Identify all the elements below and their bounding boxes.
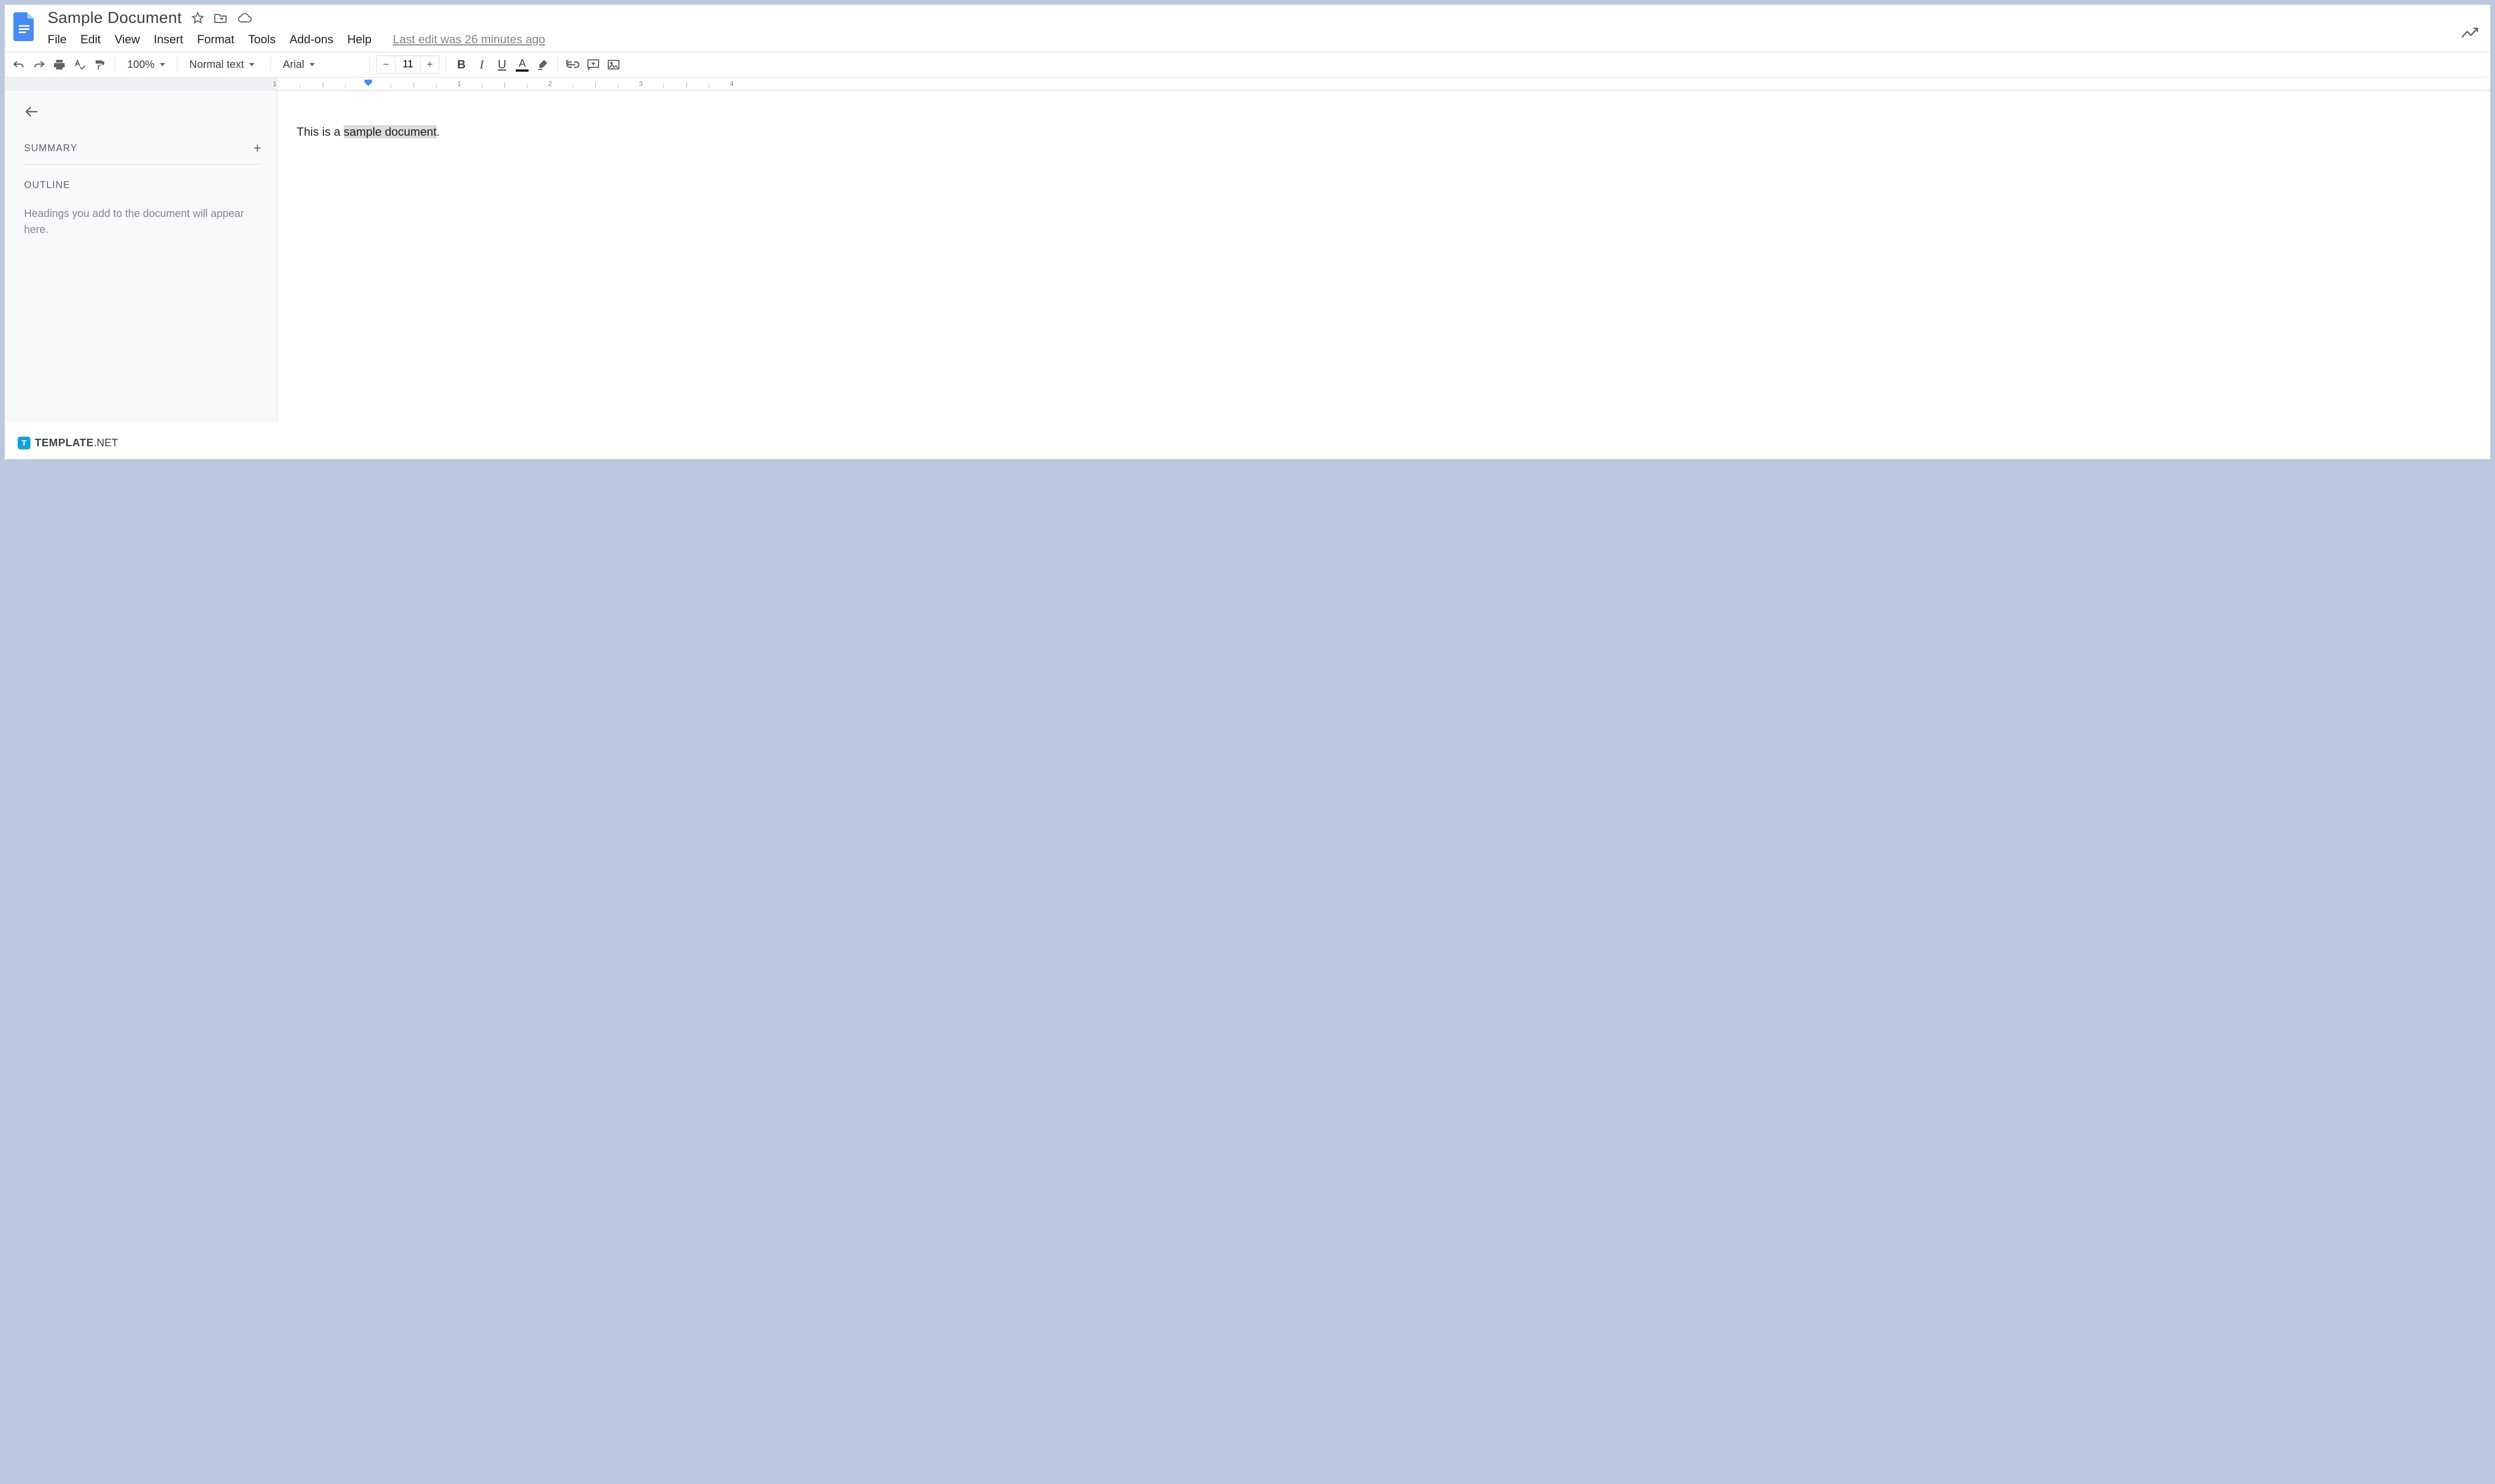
print-icon[interactable] xyxy=(51,56,68,73)
watermark-badge-icon: T xyxy=(18,437,30,449)
add-summary-button[interactable]: + xyxy=(253,140,261,157)
redo-icon[interactable] xyxy=(30,56,48,73)
star-icon[interactable] xyxy=(191,12,204,25)
document-paragraph[interactable]: This is a sample document. xyxy=(297,125,2471,139)
ruler-number: 1 xyxy=(457,80,461,88)
paint-format-icon[interactable] xyxy=(91,56,109,73)
font-family-value: Arial xyxy=(283,59,304,71)
app-window: Sample Document File Edit View Insert Fo… xyxy=(4,4,2491,460)
font-size-decrease-button[interactable]: − xyxy=(377,56,395,73)
insert-link-icon[interactable] xyxy=(564,56,582,73)
chevron-down-icon xyxy=(249,63,254,66)
font-size-input[interactable] xyxy=(395,56,421,73)
zoom-value: 100% xyxy=(127,59,154,71)
spellcheck-icon[interactable] xyxy=(71,56,88,73)
menu-file[interactable]: File xyxy=(48,33,66,46)
outline-sidebar: SUMMARY + OUTLINE Headings you add to th… xyxy=(5,90,277,422)
body-area: SUMMARY + OUTLINE Headings you add to th… xyxy=(5,90,2490,422)
highlight-color-icon[interactable] xyxy=(534,56,551,73)
add-comment-icon[interactable] xyxy=(585,56,602,73)
collapse-sidebar-button[interactable] xyxy=(24,105,261,121)
move-folder-icon[interactable] xyxy=(214,12,228,25)
ruler-margin-area xyxy=(5,77,277,90)
toolbar-separator xyxy=(369,57,370,72)
indent-marker-icon[interactable] xyxy=(363,79,373,90)
title-area: Sample Document File Edit View Insert Fo… xyxy=(48,9,2483,52)
summary-label: SUMMARY xyxy=(24,143,78,154)
insert-image-icon[interactable] xyxy=(605,56,622,73)
ruler-number: 1 xyxy=(273,80,276,88)
menu-format[interactable]: Format xyxy=(197,33,235,46)
menu-tools[interactable]: Tools xyxy=(248,33,275,46)
underline-button[interactable]: U xyxy=(493,56,510,73)
cloud-status-icon[interactable] xyxy=(237,12,252,24)
outline-label: OUTLINE xyxy=(24,180,261,191)
text-color-swatch xyxy=(516,69,529,72)
font-size-stepper: − + xyxy=(376,56,439,74)
outline-empty-hint: Headings you add to the document will ap… xyxy=(24,206,261,238)
summary-row: SUMMARY + xyxy=(24,140,261,165)
document-title[interactable]: Sample Document xyxy=(48,9,182,27)
ruler-number: 4 xyxy=(730,80,733,88)
italic-button[interactable]: I xyxy=(473,56,490,73)
page-viewport: This is a sample document. xyxy=(277,90,2490,422)
menu-addons[interactable]: Add-ons xyxy=(290,33,334,46)
menu-insert[interactable]: Insert xyxy=(154,33,183,46)
chevron-down-icon xyxy=(160,63,165,66)
paragraph-style-value: Normal text xyxy=(189,59,244,71)
document-page[interactable]: This is a sample document. xyxy=(277,90,2490,422)
font-size-increase-button[interactable]: + xyxy=(421,56,439,73)
ruler-number: 2 xyxy=(548,80,552,88)
toolbar-separator xyxy=(270,57,271,72)
text-run: . xyxy=(437,125,440,138)
ruler[interactable]: 1 1 2 3 4 xyxy=(5,77,2490,90)
zoom-select[interactable]: 100% xyxy=(122,56,171,73)
ruler-ticks: 1 1 2 3 4 xyxy=(277,77,2490,90)
font-family-select[interactable]: Arial xyxy=(277,56,363,73)
menubar: File Edit View Insert Format Tools Add-o… xyxy=(48,33,2483,52)
chevron-down-icon xyxy=(309,63,315,66)
docs-logo-icon[interactable] xyxy=(12,11,36,41)
activity-trend-icon[interactable] xyxy=(2461,26,2479,42)
last-edit-link[interactable]: Last edit was 26 minutes ago xyxy=(393,33,545,46)
menu-help[interactable]: Help xyxy=(347,33,371,46)
title-row: Sample Document xyxy=(48,9,2483,27)
ruler-number: 3 xyxy=(639,80,642,88)
toolbar: 100% Normal text Arial − + B I U A xyxy=(5,52,2490,77)
watermark-text: TEMPLATE.NET xyxy=(35,437,118,449)
menu-view[interactable]: View xyxy=(114,33,140,46)
menu-edit[interactable]: Edit xyxy=(80,33,100,46)
undo-icon[interactable] xyxy=(10,56,27,73)
text-run: This is a xyxy=(297,125,344,138)
watermark: T TEMPLATE.NET xyxy=(18,437,118,449)
header: Sample Document File Edit View Insert Fo… xyxy=(5,5,2490,52)
text-color-button[interactable]: A xyxy=(514,56,531,73)
bold-button[interactable]: B xyxy=(453,56,470,73)
paragraph-style-select[interactable]: Normal text xyxy=(184,56,264,73)
text-run-highlighted: sample document xyxy=(344,125,437,138)
toolbar-separator xyxy=(557,57,558,72)
